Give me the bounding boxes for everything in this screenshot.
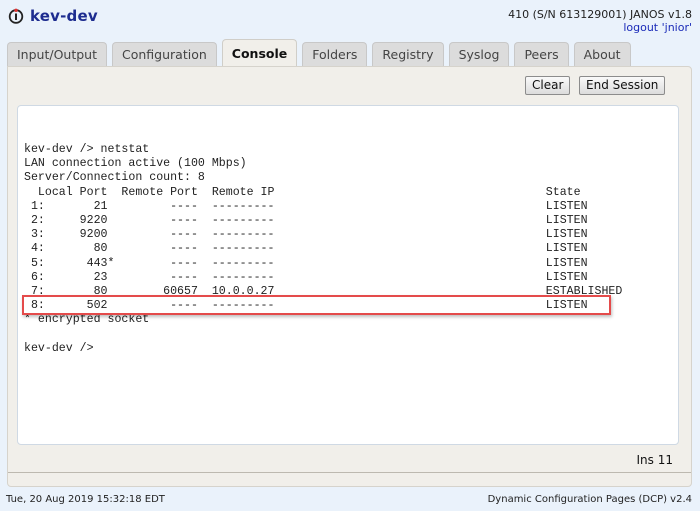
tab-configuration[interactable]: Configuration [112,42,217,66]
console-table-header: Local Port Remote Port Remote IP State [24,185,581,199]
brand: kev-dev [8,7,98,25]
footer-timestamp: Tue, 20 Aug 2019 15:32:18 EDT [6,494,165,505]
tab-about[interactable]: About [573,42,631,66]
status-bar: Ins 11 [17,450,679,468]
console-text: kev-dev /> netstat LAN connection active … [24,143,622,356]
end-session-button[interactable]: End Session [579,76,666,95]
console-table-row: 3: 9200 ---- --------- LISTEN [24,228,588,242]
device-model-serial: 410 (S/N 613129001) JANOS v1.8 [508,8,692,21]
tab-folders[interactable]: Folders [302,42,368,66]
tab-registry[interactable]: Registry [372,42,444,66]
tab-console[interactable]: Console [221,39,298,66]
console-output[interactable]: kev-dev /> netstat LAN connection active … [17,105,679,445]
console-table-row: 7: 80 60657 10.0.0.27 ESTABLISHED [24,284,623,298]
console-table-row: 1: 21 ---- --------- LISTEN [24,199,588,213]
insert-mode-indicator: Ins 11 [636,453,673,467]
console-table-row-highlighted: 8: 502 ---- --------- LISTEN [24,299,588,313]
tab-peers[interactable]: Peers [514,42,569,66]
clear-button[interactable]: Clear [525,76,571,95]
console-table-row: 2: 9220 ---- --------- LISTEN [24,213,588,227]
console-footnote: * encrypted socket [24,313,150,327]
tab-bar: Input/Output Configuration Console Folde… [7,39,631,66]
panel-divider [8,472,691,473]
info-power-icon [8,8,24,24]
console-line: Server/Connection count: 8 [24,171,205,185]
console-panel: Clear End Session kev-dev /> netstat LAN … [7,66,692,487]
footer-version: Dynamic Configuration Pages (DCP) v2.4 [487,494,692,505]
console-line: kev-dev /> netstat [24,143,150,156]
tab-syslog[interactable]: Syslog [448,42,510,66]
console-line: LAN connection active (100 Mbps) [24,157,247,171]
device-name-title: kev-dev [30,7,98,25]
tab-input-output[interactable]: Input/Output [7,42,107,66]
console-table-row: 5: 443* ---- --------- LISTEN [24,256,588,270]
console-prompt: kev-dev /> [24,341,94,355]
device-info: 410 (S/N 613129001) JANOS v1.8 logout 'j… [508,8,692,34]
logout-link[interactable]: logout 'jnior' [623,21,692,34]
console-table-row: 4: 80 ---- --------- LISTEN [24,242,588,256]
console-table-row: 6: 23 ---- --------- LISTEN [24,270,588,284]
dcp-page: kev-dev 410 (S/N 613129001) JANOS v1.8 l… [0,0,700,511]
